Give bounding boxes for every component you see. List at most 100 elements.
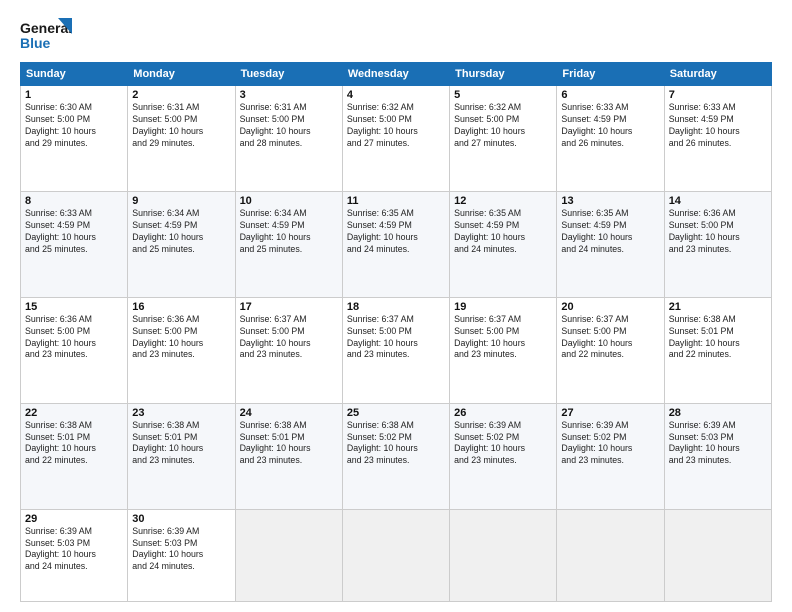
calendar-cell: 19Sunrise: 6:37 AM Sunset: 5:00 PM Dayli… [450, 297, 557, 403]
calendar-cell: 6Sunrise: 6:33 AM Sunset: 4:59 PM Daylig… [557, 86, 664, 192]
col-header-monday: Monday [128, 63, 235, 86]
day-number: 6 [561, 89, 659, 101]
day-info: Sunrise: 6:38 AM Sunset: 5:01 PM Dayligh… [240, 420, 338, 468]
calendar-table: SundayMondayTuesdayWednesdayThursdayFrid… [20, 62, 772, 602]
day-number: 24 [240, 407, 338, 419]
col-header-thursday: Thursday [450, 63, 557, 86]
calendar-cell: 24Sunrise: 6:38 AM Sunset: 5:01 PM Dayli… [235, 403, 342, 509]
day-info: Sunrise: 6:33 AM Sunset: 4:59 PM Dayligh… [669, 102, 767, 150]
calendar-cell: 11Sunrise: 6:35 AM Sunset: 4:59 PM Dayli… [342, 191, 449, 297]
calendar-cell [450, 509, 557, 601]
col-header-saturday: Saturday [664, 63, 771, 86]
calendar-cell: 22Sunrise: 6:38 AM Sunset: 5:01 PM Dayli… [21, 403, 128, 509]
day-info: Sunrise: 6:33 AM Sunset: 4:59 PM Dayligh… [25, 208, 123, 256]
day-number: 7 [669, 89, 767, 101]
day-info: Sunrise: 6:31 AM Sunset: 5:00 PM Dayligh… [132, 102, 230, 150]
logo-svg: GeneralBlue [20, 18, 75, 56]
calendar-cell: 20Sunrise: 6:37 AM Sunset: 5:00 PM Dayli… [557, 297, 664, 403]
calendar-cell: 4Sunrise: 6:32 AM Sunset: 5:00 PM Daylig… [342, 86, 449, 192]
day-number: 17 [240, 301, 338, 313]
calendar-cell: 12Sunrise: 6:35 AM Sunset: 4:59 PM Dayli… [450, 191, 557, 297]
day-info: Sunrise: 6:37 AM Sunset: 5:00 PM Dayligh… [454, 314, 552, 362]
day-number: 23 [132, 407, 230, 419]
day-number: 18 [347, 301, 445, 313]
day-info: Sunrise: 6:38 AM Sunset: 5:01 PM Dayligh… [669, 314, 767, 362]
day-number: 3 [240, 89, 338, 101]
calendar-cell [557, 509, 664, 601]
calendar-week-5: 29Sunrise: 6:39 AM Sunset: 5:03 PM Dayli… [21, 509, 772, 601]
day-info: Sunrise: 6:33 AM Sunset: 4:59 PM Dayligh… [561, 102, 659, 150]
day-info: Sunrise: 6:35 AM Sunset: 4:59 PM Dayligh… [347, 208, 445, 256]
day-info: Sunrise: 6:39 AM Sunset: 5:03 PM Dayligh… [25, 526, 123, 574]
day-info: Sunrise: 6:38 AM Sunset: 5:01 PM Dayligh… [132, 420, 230, 468]
day-info: Sunrise: 6:36 AM Sunset: 5:00 PM Dayligh… [25, 314, 123, 362]
day-info: Sunrise: 6:35 AM Sunset: 4:59 PM Dayligh… [561, 208, 659, 256]
day-number: 20 [561, 301, 659, 313]
day-number: 12 [454, 195, 552, 207]
day-info: Sunrise: 6:37 AM Sunset: 5:00 PM Dayligh… [347, 314, 445, 362]
calendar-cell: 13Sunrise: 6:35 AM Sunset: 4:59 PM Dayli… [557, 191, 664, 297]
calendar-cell: 16Sunrise: 6:36 AM Sunset: 5:00 PM Dayli… [128, 297, 235, 403]
day-info: Sunrise: 6:39 AM Sunset: 5:03 PM Dayligh… [669, 420, 767, 468]
day-number: 19 [454, 301, 552, 313]
calendar-cell: 25Sunrise: 6:38 AM Sunset: 5:02 PM Dayli… [342, 403, 449, 509]
day-number: 30 [132, 513, 230, 525]
day-number: 9 [132, 195, 230, 207]
calendar-cell: 2Sunrise: 6:31 AM Sunset: 5:00 PM Daylig… [128, 86, 235, 192]
calendar-cell: 3Sunrise: 6:31 AM Sunset: 5:00 PM Daylig… [235, 86, 342, 192]
day-number: 29 [25, 513, 123, 525]
calendar-cell: 17Sunrise: 6:37 AM Sunset: 5:00 PM Dayli… [235, 297, 342, 403]
day-number: 8 [25, 195, 123, 207]
calendar-week-3: 15Sunrise: 6:36 AM Sunset: 5:00 PM Dayli… [21, 297, 772, 403]
calendar-cell: 21Sunrise: 6:38 AM Sunset: 5:01 PM Dayli… [664, 297, 771, 403]
calendar-cell: 15Sunrise: 6:36 AM Sunset: 5:00 PM Dayli… [21, 297, 128, 403]
col-header-wednesday: Wednesday [342, 63, 449, 86]
day-info: Sunrise: 6:34 AM Sunset: 4:59 PM Dayligh… [240, 208, 338, 256]
day-number: 21 [669, 301, 767, 313]
day-info: Sunrise: 6:37 AM Sunset: 5:00 PM Dayligh… [240, 314, 338, 362]
day-number: 16 [132, 301, 230, 313]
calendar-page: GeneralBlue SundayMondayTuesdayWednesday… [0, 0, 792, 612]
calendar-cell: 1Sunrise: 6:30 AM Sunset: 5:00 PM Daylig… [21, 86, 128, 192]
day-number: 1 [25, 89, 123, 101]
calendar-cell: 7Sunrise: 6:33 AM Sunset: 4:59 PM Daylig… [664, 86, 771, 192]
calendar-cell: 9Sunrise: 6:34 AM Sunset: 4:59 PM Daylig… [128, 191, 235, 297]
calendar-cell: 26Sunrise: 6:39 AM Sunset: 5:02 PM Dayli… [450, 403, 557, 509]
day-number: 2 [132, 89, 230, 101]
day-number: 15 [25, 301, 123, 313]
calendar-cell: 18Sunrise: 6:37 AM Sunset: 5:00 PM Dayli… [342, 297, 449, 403]
day-number: 11 [347, 195, 445, 207]
day-info: Sunrise: 6:30 AM Sunset: 5:00 PM Dayligh… [25, 102, 123, 150]
day-info: Sunrise: 6:39 AM Sunset: 5:03 PM Dayligh… [132, 526, 230, 574]
header: GeneralBlue [20, 18, 772, 56]
day-info: Sunrise: 6:37 AM Sunset: 5:00 PM Dayligh… [561, 314, 659, 362]
day-number: 4 [347, 89, 445, 101]
calendar-cell: 8Sunrise: 6:33 AM Sunset: 4:59 PM Daylig… [21, 191, 128, 297]
day-info: Sunrise: 6:35 AM Sunset: 4:59 PM Dayligh… [454, 208, 552, 256]
day-info: Sunrise: 6:39 AM Sunset: 5:02 PM Dayligh… [561, 420, 659, 468]
calendar-cell [342, 509, 449, 601]
day-number: 22 [25, 407, 123, 419]
day-info: Sunrise: 6:34 AM Sunset: 4:59 PM Dayligh… [132, 208, 230, 256]
day-info: Sunrise: 6:38 AM Sunset: 5:01 PM Dayligh… [25, 420, 123, 468]
col-header-sunday: Sunday [21, 63, 128, 86]
calendar-cell: 23Sunrise: 6:38 AM Sunset: 5:01 PM Dayli… [128, 403, 235, 509]
day-number: 10 [240, 195, 338, 207]
svg-text:Blue: Blue [20, 35, 51, 51]
day-info: Sunrise: 6:36 AM Sunset: 5:00 PM Dayligh… [669, 208, 767, 256]
day-number: 14 [669, 195, 767, 207]
logo: GeneralBlue [20, 18, 75, 56]
calendar-week-2: 8Sunrise: 6:33 AM Sunset: 4:59 PM Daylig… [21, 191, 772, 297]
day-info: Sunrise: 6:38 AM Sunset: 5:02 PM Dayligh… [347, 420, 445, 468]
day-number: 25 [347, 407, 445, 419]
calendar-cell [235, 509, 342, 601]
calendar-cell: 10Sunrise: 6:34 AM Sunset: 4:59 PM Dayli… [235, 191, 342, 297]
day-number: 27 [561, 407, 659, 419]
calendar-cell [664, 509, 771, 601]
col-header-tuesday: Tuesday [235, 63, 342, 86]
calendar-header-row: SundayMondayTuesdayWednesdayThursdayFrid… [21, 63, 772, 86]
calendar-cell: 29Sunrise: 6:39 AM Sunset: 5:03 PM Dayli… [21, 509, 128, 601]
calendar-cell: 5Sunrise: 6:32 AM Sunset: 5:00 PM Daylig… [450, 86, 557, 192]
day-number: 28 [669, 407, 767, 419]
calendar-cell: 28Sunrise: 6:39 AM Sunset: 5:03 PM Dayli… [664, 403, 771, 509]
